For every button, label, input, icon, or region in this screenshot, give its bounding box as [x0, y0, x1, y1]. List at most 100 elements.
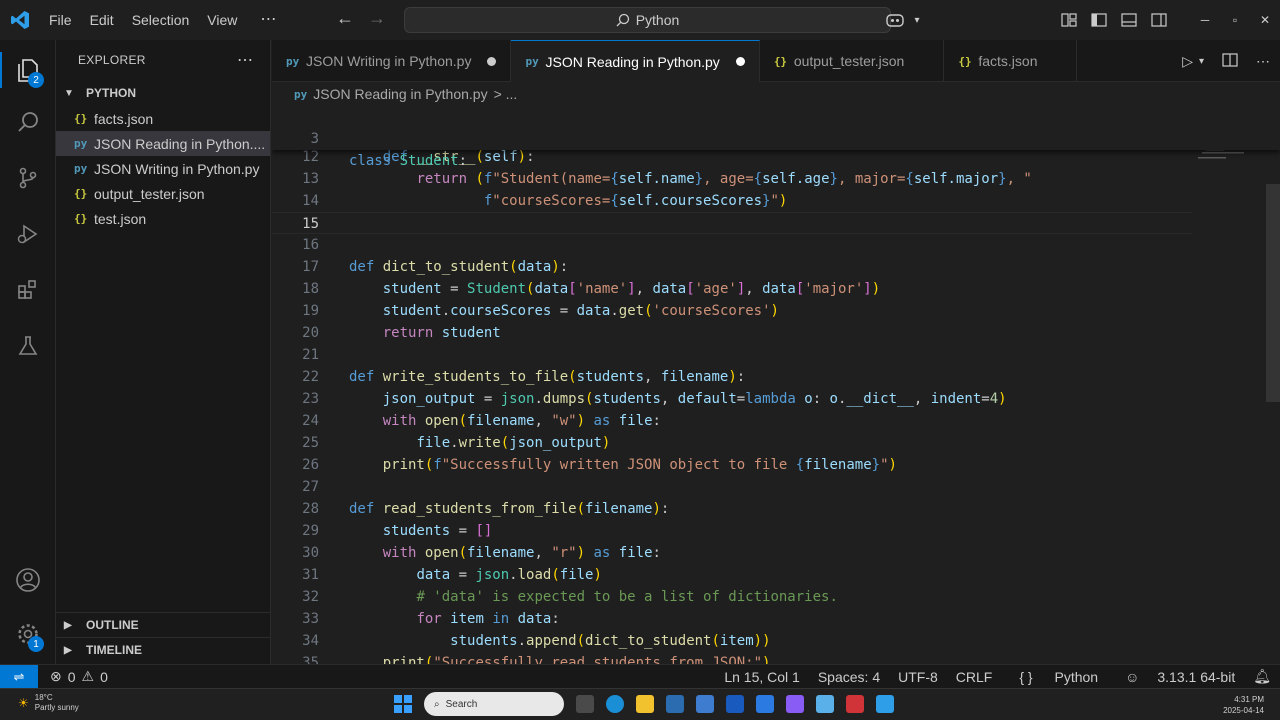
status-bar-right: Ln 15, Col 1 Spaces: 4 UTF-8 CRLF { } Py…: [715, 665, 1280, 689]
language-mode[interactable]: { } Python: [1001, 669, 1116, 685]
restore-icon[interactable]: ▫: [1220, 13, 1250, 27]
explorer-header: EXPLORER ⋯: [56, 40, 270, 80]
code-text: def read_students_from_file(filename):: [349, 501, 670, 517]
edge-browser-icon[interactable]: [606, 695, 624, 713]
explorer-title: EXPLORER: [78, 53, 146, 67]
file-item[interactable]: {} output_tester.json: [56, 181, 270, 206]
chevron-right-icon: ▶: [64, 644, 72, 656]
sticky-scroll-header[interactable]: 3 class Student: 11: [272, 106, 1280, 169]
timeline-section[interactable]: ▶ TIMELINE: [56, 637, 271, 662]
split-editor-icon[interactable]: [1222, 52, 1238, 70]
file-name: JSON Writing in Python.py: [94, 160, 260, 177]
editor-actions: ▷ ▾ ⋯: [1182, 40, 1270, 82]
code-line: 14 f"courseScores={self.courseScores}"): [272, 190, 1192, 212]
customize-layout-icon[interactable]: [1054, 13, 1084, 27]
breadcrumb-more[interactable]: > ...: [494, 86, 518, 102]
weather-desc: Partly sunny: [34, 703, 79, 712]
windows-start-icon[interactable]: [394, 695, 412, 713]
toggle-sidebar-icon[interactable]: [1084, 13, 1114, 27]
settings-gear-icon[interactable]: 1: [0, 610, 56, 658]
menu-edit[interactable]: Edit: [81, 0, 123, 40]
python-interpreter[interactable]: 3.13.1 64-bit: [1148, 669, 1244, 685]
file-list: {} facts.json py JSON Reading in Python....…: [56, 106, 270, 231]
notifications-bell-icon[interactable]: 🔔︎: [1244, 668, 1280, 685]
code-text: # 'data' is expected to be a list of dic…: [416, 589, 838, 605]
system-clock[interactable]: 4:31 PM 2025-04-14: [1223, 694, 1264, 716]
file-item[interactable]: {} test.json: [56, 206, 270, 231]
indentation[interactable]: Spaces: 4: [809, 669, 889, 685]
file-item[interactable]: py JSON Writing in Python.py: [56, 156, 270, 181]
extensions-icon[interactable]: [0, 266, 56, 314]
explorer-icon[interactable]: 2: [0, 46, 56, 94]
tab-label: JSON Writing in Python.py: [306, 53, 472, 69]
close-icon[interactable]: ✕: [1250, 13, 1280, 27]
code-line: 24 with open(filename, "w") as file:: [272, 410, 1192, 432]
problems-indicator[interactable]: ⊗ 0 ⚠ 0: [38, 668, 108, 685]
toggle-secondary-sidebar-icon[interactable]: [1144, 13, 1174, 27]
copilot-status-icon[interactable]: ☺: [1116, 669, 1148, 685]
remote-indicator-icon[interactable]: ⇌: [0, 665, 38, 688]
file-item[interactable]: {} facts.json: [56, 106, 270, 131]
vscode-taskbar-icon[interactable]: [876, 695, 894, 713]
taskbar-search[interactable]: ⌕ Search: [424, 692, 564, 716]
menu-selection[interactable]: Selection: [123, 0, 199, 40]
editor-tab[interactable]: py JSON Writing in Python.py: [272, 40, 512, 82]
cursor-position[interactable]: Ln 15, Col 1: [715, 669, 809, 685]
encoding[interactable]: UTF-8: [889, 669, 947, 685]
unsaved-dot-icon[interactable]: [487, 56, 497, 66]
minimize-icon[interactable]: ─: [1190, 13, 1220, 27]
search-icon[interactable]: [0, 98, 56, 146]
app-icon[interactable]: [696, 695, 714, 713]
app-icon[interactable]: [846, 695, 864, 713]
app-icon[interactable]: [756, 695, 774, 713]
explorer-sidebar: EXPLORER ⋯ ▼ PYTHON {} facts.json py JSON R…: [56, 40, 271, 664]
task-view-icon[interactable]: [576, 695, 594, 713]
accounts-icon[interactable]: [0, 556, 56, 604]
forward-arrow-icon[interactable]: →: [368, 8, 386, 29]
run-debug-icon[interactable]: [0, 210, 56, 258]
toggle-panel-icon[interactable]: [1114, 13, 1144, 27]
line-number: 20: [302, 325, 319, 341]
line-endings[interactable]: CRLF: [947, 669, 1002, 685]
chevron-down-icon[interactable]: ▾: [910, 15, 924, 26]
explorer-more-actions-button[interactable]: ⋯: [237, 50, 254, 70]
app-icon[interactable]: [786, 695, 804, 713]
editor-tab[interactable]: {} facts.json: [944, 40, 1078, 82]
run-python-file-icon[interactable]: ▷: [1182, 53, 1193, 70]
unsaved-dot-icon[interactable]: [735, 57, 745, 66]
editor-tab[interactable]: py JSON Reading in Python.py: [511, 40, 760, 82]
menu-file[interactable]: File: [40, 0, 81, 40]
app-icon[interactable]: [816, 695, 834, 713]
app-icon[interactable]: [666, 695, 684, 713]
chevron-down-icon[interactable]: ▾: [1199, 56, 1204, 67]
vertical-scrollbar[interactable]: [1266, 184, 1280, 402]
line-number: 18: [302, 281, 319, 297]
command-center-label: Python: [635, 12, 680, 28]
editor-tab[interactable]: {} output_tester.json: [760, 40, 945, 82]
code-line: 25 file.write(json_output): [272, 432, 1192, 454]
outline-section[interactable]: ▶ OUTLINE: [56, 612, 271, 637]
code-editor[interactable]: 3 class Student: 11 12 def __str__(self)…: [272, 106, 1280, 664]
vscode-logo-icon: [0, 0, 40, 40]
testing-icon[interactable]: [0, 322, 56, 370]
taskbar-apps: ⌕ Search: [394, 692, 894, 716]
file-name: test.json: [94, 210, 147, 227]
more-actions-icon[interactable]: ⋯: [1256, 53, 1270, 70]
breadcrumb-file[interactable]: JSON Reading in Python.py: [313, 86, 487, 102]
weather-widget[interactable]: ☀ 18°C Partly sunny: [18, 693, 79, 713]
code-line: 29 students = []: [272, 520, 1192, 542]
command-center-search[interactable]: Python: [404, 7, 891, 33]
menu-more-button[interactable]: ⋯: [246, 0, 291, 40]
word-icon[interactable]: [726, 695, 744, 713]
code-line: 20 return student: [272, 322, 1192, 344]
code-line: 35 print("Successfully read students fro…: [272, 652, 1192, 664]
menu-view[interactable]: View: [198, 0, 246, 40]
status-bar: ⇌ ⊗ 0 ⚠ 0 Ln 15, Col 1 Spaces: 4 UTF-8 C…: [0, 664, 1280, 688]
back-arrow-icon[interactable]: ←: [336, 8, 354, 29]
folder-python[interactable]: ▼ PYTHON: [56, 80, 270, 106]
file-item[interactable]: py JSON Reading in Python....: [56, 131, 270, 156]
copilot-icon[interactable]: [880, 13, 910, 27]
clock-date: 2025-04-14: [1223, 706, 1264, 715]
file-explorer-icon[interactable]: [636, 695, 654, 713]
source-control-icon[interactable]: [0, 154, 56, 202]
